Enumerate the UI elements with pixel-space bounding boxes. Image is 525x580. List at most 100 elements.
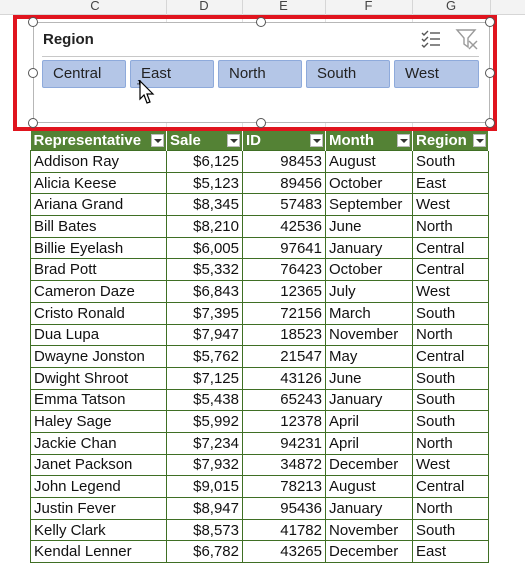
table-cell[interactable]: 12365 [242,280,326,303]
table-cell[interactable]: Alicia Keese [30,171,167,195]
filter-dropdown-icon[interactable] [227,134,240,147]
table-cell[interactable]: Cristo Ronald [30,301,167,325]
table-cell[interactable]: July [325,280,413,303]
table-cell[interactable]: $8,210 [166,215,243,238]
table-cell[interactable]: Jackie Chan [30,431,167,455]
table-cell[interactable]: 72156 [242,301,326,325]
table-cell[interactable]: $8,573 [166,518,243,542]
table-cell[interactable]: $5,332 [166,258,243,282]
table-cell[interactable]: April [325,431,413,455]
table-cell[interactable]: January [325,388,413,412]
table-cell[interactable]: August [325,475,413,498]
resize-handle-top-right[interactable] [485,17,495,27]
table-cell[interactable]: May [325,345,413,368]
table-cell[interactable]: Haley Sage [30,410,167,433]
table-cell[interactable]: Billie Eyelash [30,236,167,260]
table-cell[interactable]: South [412,150,489,173]
table-cell[interactable]: 98453 [242,150,326,173]
table-cell[interactable]: South [412,410,489,433]
table-cell[interactable]: North [412,497,489,520]
table-cell[interactable]: 18523 [242,323,326,347]
table-cell[interactable]: $8,947 [166,497,243,520]
table-cell[interactable]: 12378 [242,410,326,433]
column-header-g[interactable]: G [412,0,490,14]
table-cell[interactable]: 97641 [242,236,326,260]
table-cell[interactable]: $7,234 [166,431,243,455]
table-cell[interactable]: $5,438 [166,388,243,412]
resize-handle-middle-right[interactable] [485,68,495,78]
table-cell[interactable]: South [412,518,489,542]
table-cell[interactable]: June [325,366,413,390]
table-cell[interactable]: West [412,280,489,303]
table-cell[interactable]: $7,125 [166,366,243,390]
table-cell[interactable]: November [325,323,413,347]
table-cell[interactable]: 34872 [242,453,326,477]
table-cell[interactable]: $6,005 [166,236,243,260]
clear-filter-icon[interactable] [455,28,479,50]
table-cell[interactable]: $5,762 [166,345,243,368]
table-cell[interactable]: West [412,193,489,217]
table-cell[interactable]: Central [412,345,489,368]
table-cell[interactable]: East [412,171,489,195]
resize-handle-bottom-left[interactable] [28,118,38,128]
filter-dropdown-icon[interactable] [310,134,323,147]
resize-handle-top-left[interactable] [28,17,38,27]
table-cell[interactable]: Dwight Shroot [30,366,167,390]
resize-handle-bottom-center[interactable] [256,118,266,128]
region-slicer[interactable]: Region Central East North South West [33,22,490,123]
resize-handle-top-center[interactable] [256,17,266,27]
table-cell[interactable]: Brad Pott [30,258,167,282]
table-cell[interactable]: March [325,301,413,325]
resize-handle-bottom-right[interactable] [485,118,495,128]
table-cell[interactable]: October [325,258,413,282]
table-cell[interactable]: $7,947 [166,323,243,347]
column-header-d[interactable]: D [166,0,242,14]
table-cell[interactable]: August [325,150,413,173]
table-cell[interactable]: December [325,540,413,564]
table-cell[interactable]: $5,992 [166,410,243,433]
table-cell[interactable]: $6,125 [166,150,243,173]
table-cell[interactable]: 43265 [242,540,326,564]
table-cell[interactable]: $6,843 [166,280,243,303]
table-cell[interactable]: East [412,540,489,564]
column-header-c[interactable]: C [55,0,135,14]
table-cell[interactable]: 41782 [242,518,326,542]
table-cell[interactable]: Central [412,475,489,498]
table-cell[interactable]: $5,123 [166,171,243,195]
table-cell[interactable]: Bill Bates [30,215,167,238]
table-cell[interactable]: Dua Lupa [30,323,167,347]
table-cell[interactable]: North [412,431,489,455]
table-cell[interactable]: South [412,388,489,412]
filter-dropdown-icon[interactable] [397,134,410,147]
table-cell[interactable]: 95436 [242,497,326,520]
table-cell[interactable]: September [325,193,413,217]
resize-handle-middle-left[interactable] [28,68,38,78]
table-cell[interactable]: Dwayne Jonston [30,345,167,368]
table-cell[interactable]: South [412,301,489,325]
table-cell[interactable]: $7,395 [166,301,243,325]
table-cell[interactable]: $6,782 [166,540,243,564]
table-cell[interactable]: June [325,215,413,238]
table-cell[interactable]: 76423 [242,258,326,282]
table-cell[interactable]: Kelly Clark [30,518,167,542]
table-cell[interactable]: $7,932 [166,453,243,477]
table-cell[interactable]: 21547 [242,345,326,368]
table-cell[interactable]: South [412,366,489,390]
table-cell[interactable]: January [325,497,413,520]
table-cell[interactable]: Justin Fever [30,497,167,520]
table-cell[interactable]: North [412,323,489,347]
table-cell[interactable]: $9,015 [166,475,243,498]
filter-dropdown-icon[interactable] [473,134,486,147]
slicer-button-central[interactable]: Central [42,60,126,88]
table-cell[interactable]: 42536 [242,215,326,238]
table-cell[interactable]: 43126 [242,366,326,390]
table-cell[interactable]: 65243 [242,388,326,412]
table-cell[interactable]: Cameron Daze [30,280,167,303]
table-cell[interactable]: West [412,453,489,477]
column-header-e[interactable]: E [242,0,325,14]
table-cell[interactable]: North [412,215,489,238]
table-cell[interactable]: April [325,410,413,433]
table-cell[interactable]: Addison Ray [30,150,167,173]
table-cell[interactable]: 89456 [242,171,326,195]
table-cell[interactable]: Central [412,258,489,282]
